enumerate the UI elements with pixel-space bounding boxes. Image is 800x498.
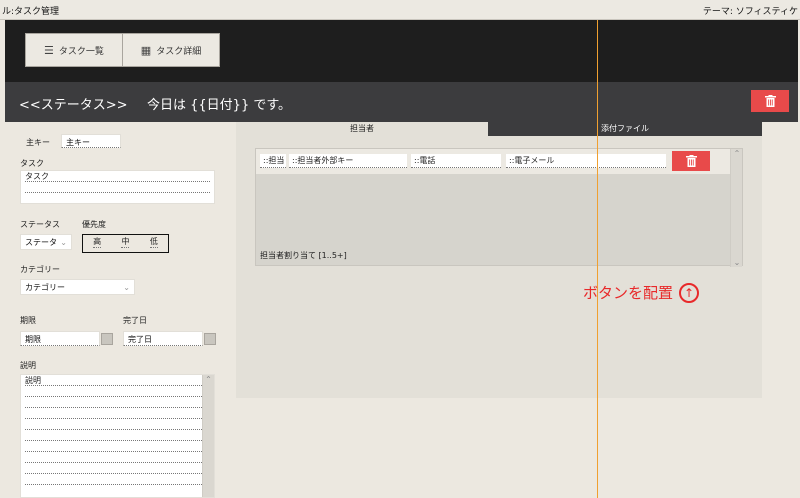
arrow-up-icon: ↑ [679,282,700,303]
task-label: タスク [20,159,44,168]
done-date-label: 完了日 [123,316,147,325]
top-nav-bar: ☰ タスク一覧 ▦ タスク詳細 [5,20,798,82]
email-cell[interactable]: ::電子メール [506,154,666,168]
description-field[interactable]: 説明 ⌃ [20,374,215,498]
theme-label: テーマ: ソフィスティケ [702,7,798,17]
tab-panel: 担当者 添付ファイル ::担当 ::担当者外部キー ::電話 ::電子メール ⌃… [236,122,762,398]
list-icon: ☰ [44,43,54,57]
task-field[interactable]: タスク [20,170,215,204]
status-dropdown-value: ステータ [25,238,57,247]
portal-scrollbar[interactable]: ⌃ ⌄ [730,149,742,267]
trash-icon [764,95,776,107]
description-field-line [25,463,210,474]
external-key-value: ::担当者外部キー [292,156,354,165]
task-detail-label: タスク詳細 [156,46,202,57]
due-date-label: 期限 [20,316,36,325]
layout-canvas: ☰ タスク一覧 ▦ タスク詳細 <<ステータス>> 今日は {{日付}} です。… [0,20,800,498]
category-dropdown[interactable]: カテゴリー ⌄ [20,279,135,295]
chevron-down-icon: ⌄ [123,283,130,292]
window-titlebar: ル:タスク管理 テーマ: ソフィスティケ [0,0,800,20]
calendar-icon[interactable] [204,333,216,345]
tab-assignee[interactable]: 担当者 [236,122,488,136]
portal-row: ::担当 ::担当者外部キー ::電話 ::電子メール [256,149,732,174]
assignee-cell[interactable]: ::担当 [260,154,286,168]
task-list-label: タスク一覧 [58,46,104,57]
description-label: 説明 [20,361,36,370]
task-list-button[interactable]: ☰ タスク一覧 [25,33,123,67]
description-scrollbar[interactable]: ⌃ [202,375,214,497]
priority-high-option[interactable]: 高 [93,236,102,248]
window-title: ル:タスク管理 [2,7,60,17]
description-field-line [25,430,210,441]
header-bar: <<ステータス>> 今日は {{日付}} です。 [5,82,798,122]
calendar-icon[interactable] [101,333,113,345]
description-field-line [25,397,210,408]
status-label: ステータス [20,220,60,229]
priority-mid-option[interactable]: 中 [121,236,130,248]
primary-key-label: 主キー [26,138,50,147]
annotation-text: ボタンを配置 [583,284,674,302]
description-field-value: 説明 [25,375,210,386]
trash-icon [685,155,697,167]
primary-key-field[interactable]: 主キー [61,134,121,148]
task-detail-button[interactable]: ▦ タスク詳細 [122,33,220,67]
category-dropdown-value: カテゴリー [25,283,65,292]
priority-low-option[interactable]: 低 [149,236,158,248]
description-field-line [25,441,210,452]
assignee-portal: ::担当 ::担当者外部キー ::電話 ::電子メール ⌃ ⌄ 担当者割り当て … [255,148,743,267]
description-field-line [25,419,210,430]
delete-portal-row-button[interactable] [672,151,710,171]
task-field-line [25,182,210,193]
done-date-field[interactable]: 完了日 [123,331,203,346]
description-field-line [25,452,210,463]
today-text: 今日は {{日付}} です。 [147,98,292,113]
task-field-value: タスク [25,171,210,182]
due-date-field[interactable]: 期限 [20,331,100,346]
description-field-line [25,408,210,419]
chevron-up-icon[interactable]: ⌃ [203,375,214,384]
annotation: ボタンを配置 ↑ [583,282,700,303]
category-label: カテゴリー [20,265,60,274]
status-dropdown[interactable]: ステータ ⌄ [20,234,72,250]
portal-label: 担当者割り当て [1..5+] [260,251,347,260]
priority-label: 優先度 [82,220,106,229]
description-field-line [25,474,210,485]
layout-guide-line [597,20,598,498]
chevron-down-icon: ⌄ [60,238,67,247]
calendar-grid-icon: ▦ [140,43,152,57]
chevron-up-icon[interactable]: ⌃ [731,149,743,158]
delete-record-button[interactable] [751,90,789,112]
priority-radio-group: 高 中 低 [82,234,169,253]
chevron-down-icon[interactable]: ⌄ [731,258,743,267]
external-key-cell[interactable]: ::担当者外部キー [289,154,407,168]
tab-attachment[interactable]: 添付ファイル [488,122,762,136]
phone-cell[interactable]: ::電話 [411,154,501,168]
status-text: <<ステータス>> [19,98,128,113]
description-field-line [25,386,210,397]
